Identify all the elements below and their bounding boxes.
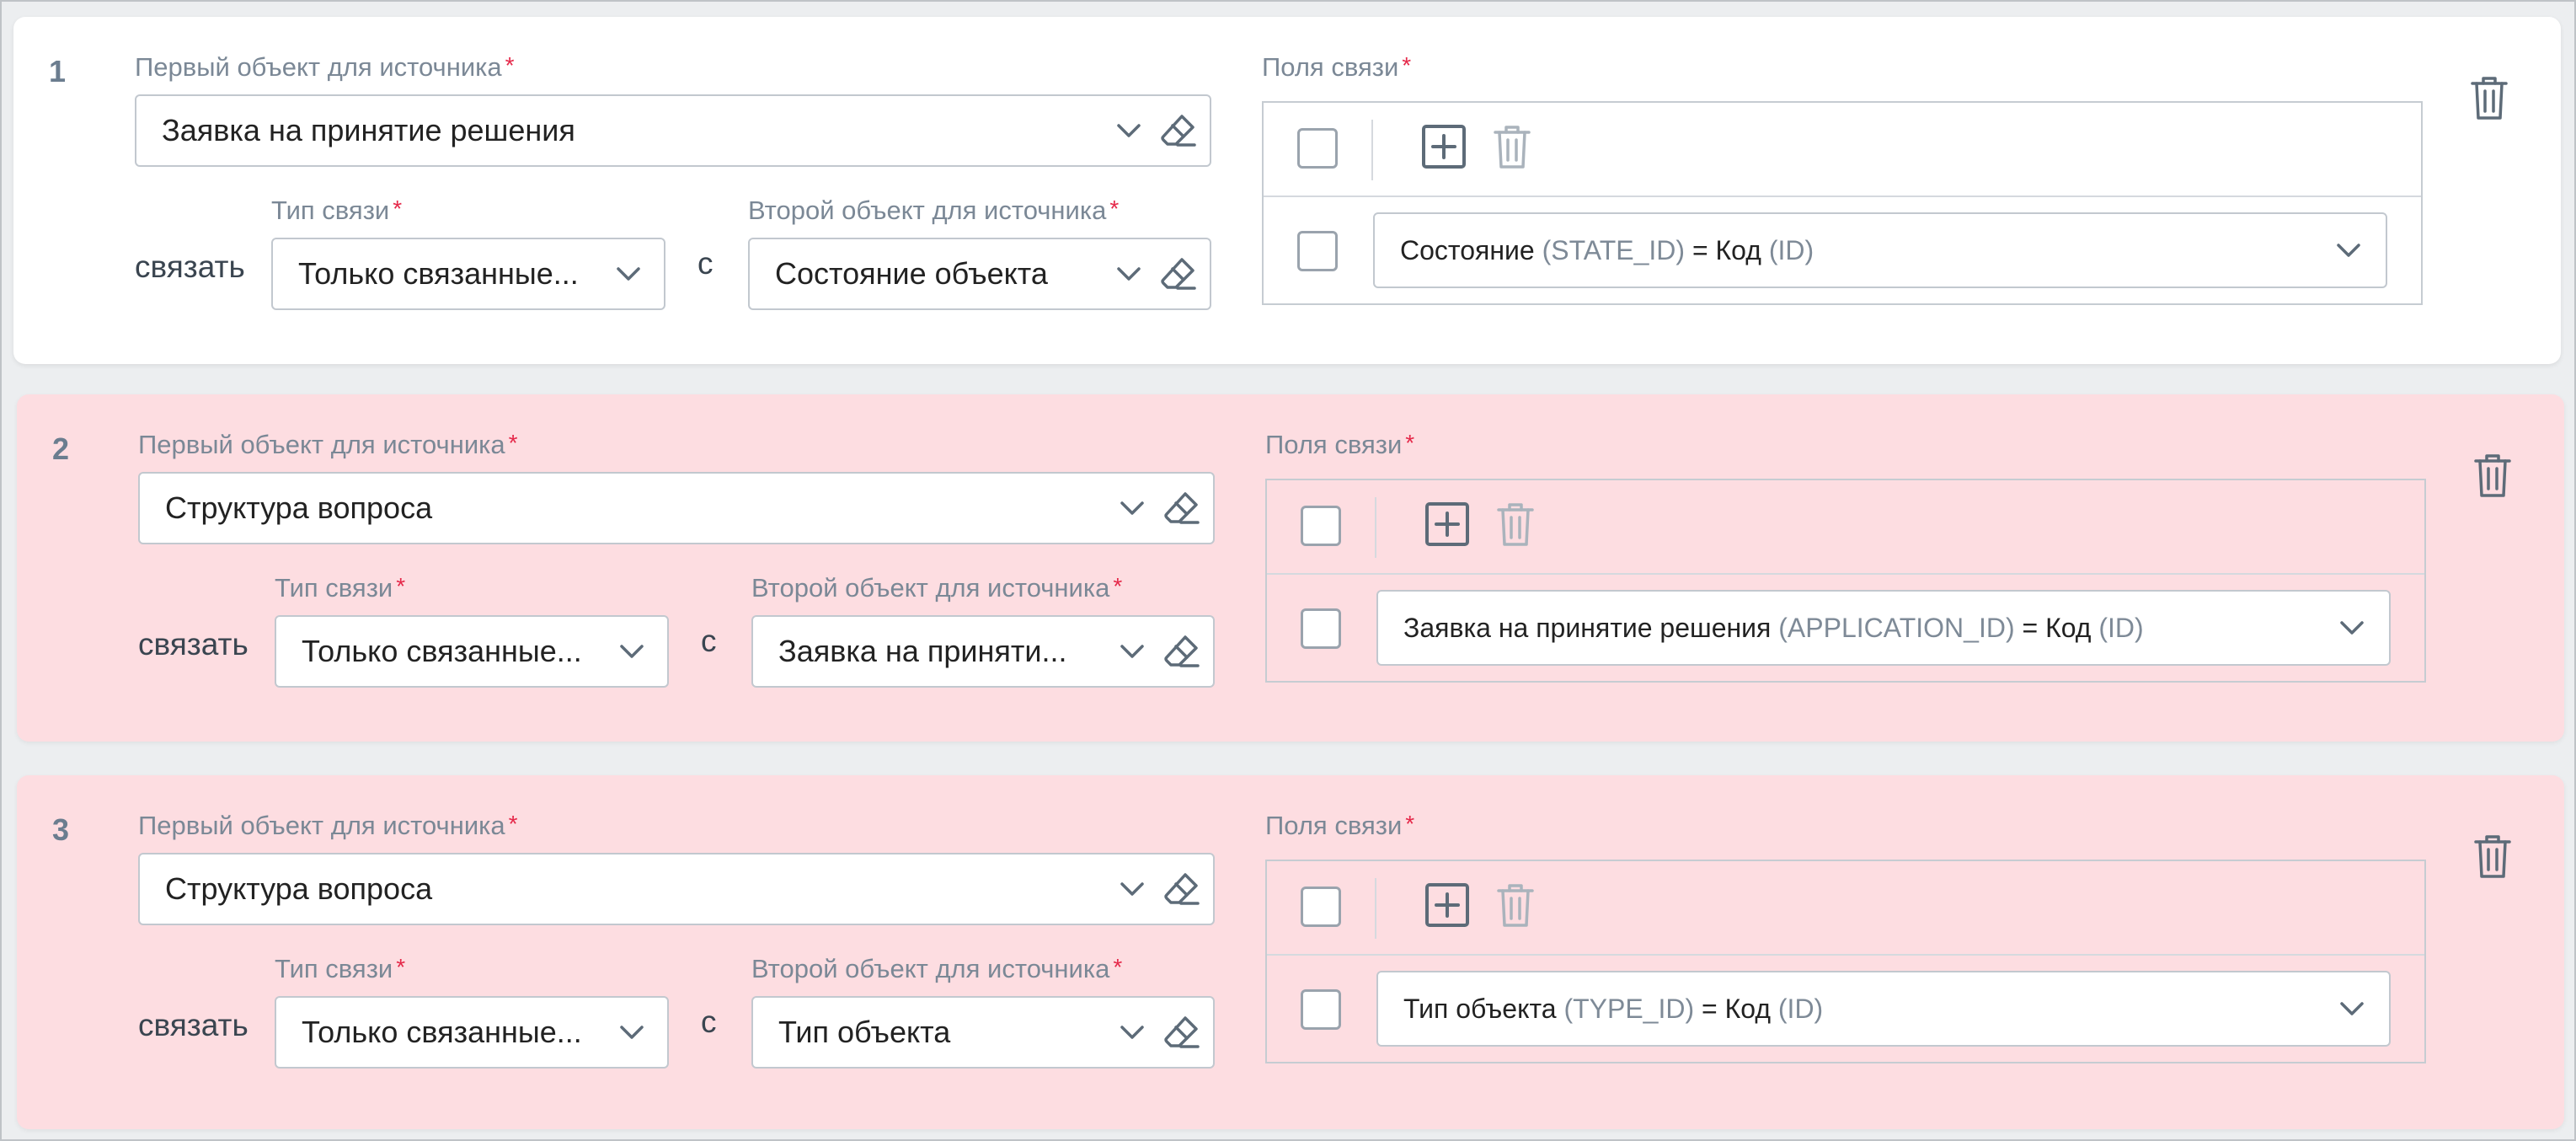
select-all-checkbox[interactable] <box>1301 506 1341 546</box>
link-type-select[interactable]: Только связанные... <box>271 238 665 310</box>
field-row-checkbox[interactable] <box>1301 989 1341 1030</box>
trash-icon[interactable] <box>2472 833 2514 880</box>
field-row-checkbox[interactable] <box>1297 231 1338 271</box>
link-fields-label: Поля связи * <box>1265 430 1415 459</box>
link-word: связать <box>135 249 245 284</box>
link-type-label: Тип связи * <box>271 196 403 225</box>
first-object-label: Первый объект для источника * <box>135 52 515 82</box>
trash-icon[interactable] <box>1494 501 1537 548</box>
row-number: 2 <box>52 431 70 466</box>
chevron-down-icon[interactable] <box>1114 118 1144 143</box>
chevron-down-icon[interactable] <box>2333 238 2364 263</box>
with-word: с <box>701 1004 717 1039</box>
with-word: с <box>697 246 713 281</box>
eraser-icon[interactable] <box>1162 632 1201 671</box>
first-object-select[interactable]: Заявка на принятие решения <box>135 94 1211 167</box>
link-type-label: Тип связи * <box>275 954 406 983</box>
first-object-label: Первый объект для источника * <box>138 430 518 459</box>
link-fields-label: Поля связи * <box>1262 52 1412 82</box>
link-fields-panel: Состояние (STATE_ID) = Код (ID) <box>1262 101 2423 305</box>
trash-icon[interactable] <box>2468 74 2510 121</box>
link-field-select[interactable]: Тип объекта (TYPE_ID) = Код (ID) <box>1376 971 2391 1047</box>
link-row-2: 2 Первый объект для источника * Структура… <box>17 394 2564 742</box>
eraser-icon[interactable] <box>1162 1013 1201 1052</box>
link-fields-panel: Тип объекта (TYPE_ID) = Код (ID) <box>1265 860 2426 1063</box>
link-type-select[interactable]: Только связанные... <box>275 615 669 688</box>
eraser-icon[interactable] <box>1159 254 1198 293</box>
link-word: связать <box>138 1008 249 1042</box>
eraser-icon[interactable] <box>1162 489 1201 528</box>
add-square-icon[interactable] <box>1424 881 1471 929</box>
chevron-down-icon[interactable] <box>1114 261 1144 287</box>
select-all-checkbox[interactable] <box>1301 887 1341 927</box>
eraser-icon[interactable] <box>1159 111 1198 150</box>
link-row-3: 3 Первый объект для источника * Структура… <box>17 775 2564 1129</box>
add-square-icon[interactable] <box>1424 501 1471 548</box>
chevron-down-icon[interactable] <box>613 261 644 287</box>
second-object-select[interactable]: Состояние объекта <box>748 238 1211 310</box>
add-square-icon[interactable] <box>1420 123 1467 170</box>
select-all-checkbox[interactable] <box>1297 128 1338 169</box>
chevron-down-icon[interactable] <box>2337 996 2367 1021</box>
chevron-down-icon[interactable] <box>1117 1020 1147 1045</box>
link-type-select[interactable]: Только связанные... <box>275 996 669 1069</box>
chevron-down-icon[interactable] <box>1117 876 1147 902</box>
second-object-label: Второй объект для источника * <box>751 954 1123 983</box>
chevron-down-icon[interactable] <box>617 1020 647 1045</box>
second-object-select[interactable]: Заявка на приняти... <box>751 615 1215 688</box>
trash-icon[interactable] <box>2472 452 2514 499</box>
link-field-select[interactable]: Состояние (STATE_ID) = Код (ID) <box>1373 212 2387 288</box>
field-row-checkbox[interactable] <box>1301 608 1341 649</box>
first-object-label: Первый объект для источника * <box>138 811 518 840</box>
eraser-icon[interactable] <box>1162 870 1201 908</box>
chevron-down-icon[interactable] <box>2337 615 2367 640</box>
second-object-label: Второй объект для источника * <box>748 196 1120 225</box>
trash-icon[interactable] <box>1494 881 1537 929</box>
chevron-down-icon[interactable] <box>1117 639 1147 664</box>
form-container: 1 Первый объект для источника * Заявка на… <box>0 0 2576 1141</box>
link-type-label: Тип связи * <box>275 573 406 603</box>
row-number: 1 <box>49 54 67 88</box>
row-number: 3 <box>52 812 70 847</box>
link-word: связать <box>138 627 249 662</box>
with-word: с <box>701 624 717 658</box>
link-fields-label: Поля связи * <box>1265 811 1415 840</box>
second-object-label: Второй объект для источника * <box>751 573 1123 603</box>
chevron-down-icon[interactable] <box>1117 496 1147 521</box>
link-fields-panel: Заявка на принятие решения (APPLICATION_… <box>1265 479 2426 683</box>
first-object-select[interactable]: Структура вопроса <box>138 853 1215 925</box>
second-object-select[interactable]: Тип объекта <box>751 996 1215 1069</box>
link-row-1: 1 Первый объект для источника * Заявка на… <box>13 17 2561 364</box>
link-field-select[interactable]: Заявка на принятие решения (APPLICATION_… <box>1376 590 2391 666</box>
chevron-down-icon[interactable] <box>617 639 647 664</box>
first-object-select[interactable]: Структура вопроса <box>138 472 1215 544</box>
trash-icon[interactable] <box>1491 123 1533 170</box>
